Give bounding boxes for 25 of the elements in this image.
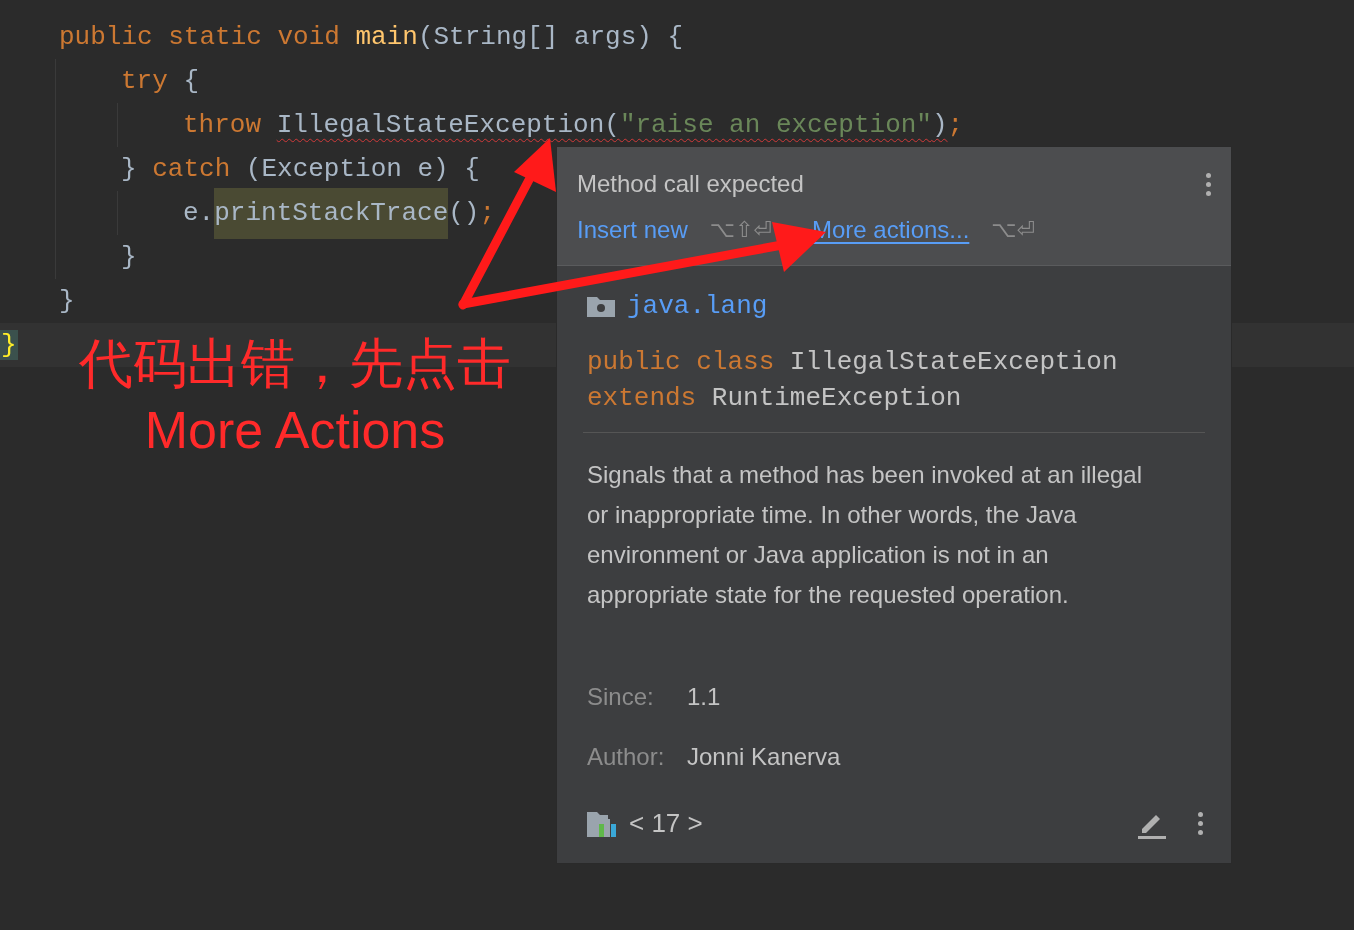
annotation-text: More Actions xyxy=(144,400,446,461)
field-label: Since: xyxy=(587,682,655,712)
code-line: public static void main(String[] args) { xyxy=(59,20,684,54)
code-line: throw IllegalStateException("raise an exception"); xyxy=(183,108,964,142)
field-label: Author: xyxy=(587,742,666,772)
code-line: try { xyxy=(121,64,200,98)
package-name: java.lang xyxy=(627,289,768,323)
code-line: } xyxy=(59,284,75,318)
declaration-line: extends RuntimeException xyxy=(587,382,963,415)
package-icon xyxy=(587,295,615,317)
more-options-icon[interactable] xyxy=(1196,810,1205,837)
field-value: Jonni Kanerva xyxy=(687,742,841,772)
description-text: Signals that a method has been invoked at an illegal or inappropriate time. In other words, the Java environment or Java application is not in an appropriate state for the requested operation. xyxy=(587,460,1144,610)
brace-match-mark: } xyxy=(0,330,18,360)
popup-title: Method call expected xyxy=(577,169,804,199)
library-icon xyxy=(587,810,619,837)
shortcut-hint: ⌥⏎ xyxy=(991,216,1036,244)
shortcut-hint: ⌥⇧⏎ xyxy=(709,216,772,244)
annotation-text: 代码出错，先点击 xyxy=(79,331,511,397)
code-line: } catch (Exception e) { xyxy=(121,152,480,186)
version-switcher[interactable]: < 17 > xyxy=(629,804,703,843)
field-value: 1.1 xyxy=(687,682,721,712)
action-link[interactable]: Insert new xyxy=(577,213,688,246)
declaration-line: public class IllegalStateException xyxy=(587,346,1119,379)
code-line: } xyxy=(121,240,137,274)
